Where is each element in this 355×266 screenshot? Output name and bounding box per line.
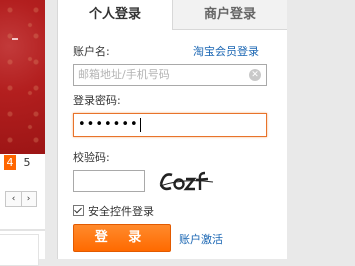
pager-page-5[interactable]: 5	[21, 155, 33, 170]
banner-pager: 4 5	[0, 154, 45, 172]
chevron-right-icon[interactable]: ›	[21, 192, 36, 206]
text-caret	[139, 117, 141, 132]
account-label: 账户名:	[73, 45, 110, 58]
captcha-image[interactable]	[158, 166, 216, 196]
tab-merchant-login[interactable]: 商户登录	[172, 0, 287, 30]
login-button[interactable]: 登 录	[73, 224, 171, 252]
captcha-label: 校验码:	[73, 151, 110, 164]
tab-personal-login[interactable]: 个人登录	[58, 0, 172, 30]
password-mask: •••••••	[78, 117, 139, 132]
clear-icon[interactable]: ✕	[249, 69, 261, 81]
login-tabs: 个人登录 商户登录	[58, 0, 287, 30]
pager-page-4[interactable]: 4	[4, 155, 16, 170]
banner-pattern	[0, 0, 45, 154]
left-lower-section: ‹ ›	[0, 172, 45, 266]
left-card	[0, 234, 39, 266]
captcha-input[interactable]	[73, 170, 145, 192]
safe-control-option[interactable]: 安全控件登录	[73, 203, 154, 219]
account-placeholder: 邮箱地址/手机号码	[78, 68, 170, 81]
banner-mark	[12, 38, 18, 40]
chevron-left-icon[interactable]: ‹	[6, 192, 22, 206]
login-panel: 个人登录 商户登录 账户名: 淘宝会员登录 邮箱地址/手机号码 ✕ 登录密码: …	[57, 0, 288, 259]
password-input[interactable]: •••••••	[73, 113, 267, 137]
safe-control-label: 安全控件登录	[88, 205, 154, 218]
divider	[0, 229, 45, 231]
account-activate-link[interactable]: 账户激活	[179, 231, 223, 247]
password-label: 登录密码:	[73, 94, 121, 107]
taobao-member-login-link[interactable]: 淘宝会员登录	[193, 43, 259, 59]
account-input[interactable]: 邮箱地址/手机号码 ✕	[73, 64, 267, 86]
right-background	[287, 0, 355, 259]
safe-control-checkbox[interactable]	[73, 205, 84, 216]
carousel-arrows: ‹ ›	[5, 191, 37, 207]
promo-banner[interactable]	[0, 0, 45, 154]
